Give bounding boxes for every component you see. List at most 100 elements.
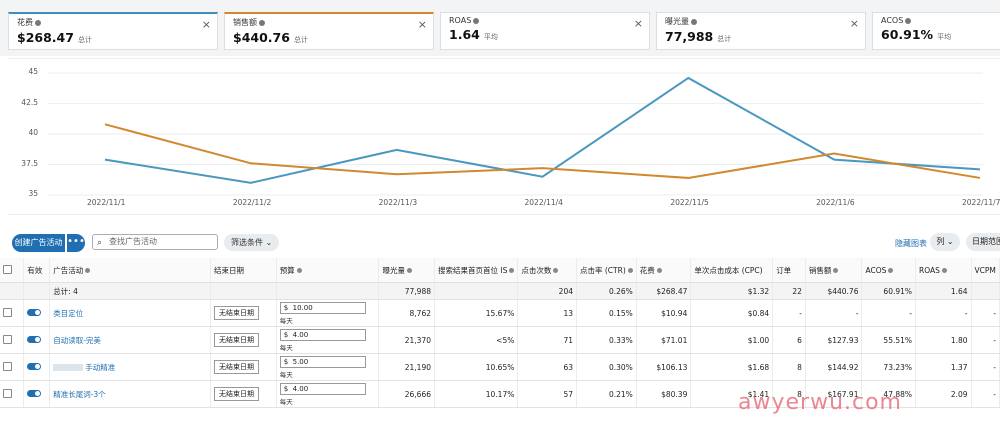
info-icon — [296, 268, 302, 273]
column-header[interactable]: 结束日期 — [210, 258, 277, 283]
info-icon — [833, 268, 839, 273]
columns-button[interactable]: 列 ⌄ — [930, 233, 960, 251]
active-toggle[interactable] — [27, 389, 42, 397]
metric-label: 花费 — [17, 18, 33, 27]
budget-input[interactable]: $ 4.00 — [279, 328, 366, 341]
y-tick-label: 35 — [28, 189, 38, 198]
row-checkbox[interactable] — [3, 334, 12, 344]
select-all-checkbox[interactable] — [3, 264, 12, 274]
campaign-table: 有效 广告活动 结束日期 预算 曝光量 搜索结果首页首位 IS 点击次数 点击率… — [0, 258, 1000, 408]
close-icon[interactable]: × — [634, 17, 643, 30]
metric-card-spend[interactable]: 花费 $268.47 总计 × — [8, 12, 218, 50]
more-options-button[interactable]: ••• — [67, 234, 85, 252]
metric-label: ROAS — [449, 16, 472, 25]
filter-button[interactable]: 筛选条件 ⌄ — [224, 234, 280, 251]
line-chart — [8, 58, 1000, 215]
table-row: 自动读取-完美 无结束日期 $ 4.00 每天 21,370 <5% 71 0.3… — [0, 326, 1000, 354]
column-header[interactable]: 点击率 (CTR) — [576, 258, 637, 283]
info-icon — [406, 268, 412, 273]
metric-card-acos[interactable]: ACOS 60.91% 平均 — [872, 12, 1000, 50]
metric-card-sales[interactable]: 销售额 $440.76 总计 × — [224, 12, 434, 50]
column-header[interactable]: 曝光量 — [378, 258, 435, 283]
series-line-0 — [104, 76, 981, 184]
active-toggle[interactable] — [27, 362, 42, 370]
total-roas: 1.64 — [915, 282, 972, 300]
x-tick-label: 2022/11/3 — [378, 198, 418, 207]
active-toggle[interactable] — [27, 335, 42, 343]
campaign-name-link[interactable]: 精准长尾词-3个 — [53, 390, 105, 399]
column-header[interactable]: 搜索结果首页首位 IS — [434, 258, 519, 283]
metric-sub: 总计 — [717, 35, 732, 43]
end-date-field[interactable]: 无结束日期 — [214, 360, 260, 374]
row-checkbox[interactable] — [3, 307, 12, 317]
create-campaign-button[interactable]: 创建广告活动 — [12, 234, 65, 252]
y-tick-label: 40 — [28, 128, 38, 138]
search-input[interactable]: ⌕ 查找广告活动 — [92, 234, 218, 250]
column-header[interactable]: 销售额 — [805, 258, 863, 283]
campaign-name-link[interactable]: 手动精准 — [85, 363, 115, 372]
end-date-field[interactable]: 无结束日期 — [214, 387, 260, 401]
info-icon — [656, 268, 662, 273]
x-tick-label: 2022/11/6 — [816, 198, 855, 207]
column-header[interactable]: 单次点击成本 (CPC) — [690, 258, 774, 283]
close-icon[interactable]: × — [418, 18, 427, 31]
column-header[interactable]: ACOS — [861, 258, 917, 283]
campaign-name-link[interactable]: 类目定位 — [53, 309, 83, 318]
metric-card-roas[interactable]: ROAS 1.64 平均 × — [440, 12, 650, 50]
end-date-field[interactable]: 无结束日期 — [214, 333, 260, 347]
column-header[interactable]: 订单 — [772, 258, 806, 283]
column-header[interactable]: VCPM — [971, 258, 1000, 283]
column-header[interactable]: 有效 — [23, 258, 51, 283]
watermark: awyerwu.com — [738, 390, 902, 415]
total-cpc: $1.32 — [690, 282, 774, 300]
row-checkbox[interactable] — [3, 388, 12, 398]
column-header[interactable]: 花费 — [636, 258, 692, 283]
info-icon — [509, 268, 515, 273]
date-range-button[interactable]: 日期范围 — [966, 233, 1000, 251]
x-tick-label: 2022/11/2 — [232, 198, 272, 207]
hide-chart-link[interactable]: 隐藏图表 — [895, 238, 927, 249]
x-tick-label: 2022/11/5 — [670, 198, 709, 207]
close-icon[interactable]: × — [850, 17, 859, 30]
end-date-field[interactable]: 无结束日期 — [214, 306, 260, 320]
column-header[interactable]: 广告活动 — [49, 258, 212, 283]
metric-value: $268.47 — [17, 30, 74, 45]
metrics-bar: 花费 $268.47 总计 × 销售额 $440.76 总计 × ROAS 1.64… — [0, 0, 1000, 56]
metric-value: 60.91% — [881, 27, 934, 42]
budget-input[interactable]: $ 5.00 — [279, 355, 366, 368]
metric-label: ACOS — [881, 16, 904, 25]
metric-sub: 平均 — [937, 33, 952, 41]
info-icon — [941, 268, 947, 273]
x-tick-label: 2022/11/1 — [87, 198, 126, 207]
info-icon — [888, 268, 894, 273]
row-checkbox[interactable] — [3, 361, 12, 371]
total-sales: $440.76 — [805, 282, 863, 300]
active-toggle[interactable] — [27, 308, 42, 316]
metric-card-impressions[interactable]: 曝光量 77,988 总计 × — [656, 12, 866, 50]
column-header[interactable]: 点击次数 — [517, 258, 577, 283]
total-row: 总计: 4 77,988 204 0.26% $268.47 $1.32 22 … — [0, 282, 1000, 300]
series-line-1 — [104, 123, 981, 179]
budget-input[interactable]: $ 4.00 — [279, 382, 366, 395]
info-icon — [259, 19, 265, 26]
info-icon — [473, 17, 480, 24]
x-tick-label: 2022/11/7 — [962, 198, 1000, 207]
info-icon — [691, 18, 697, 25]
total-clicks: 204 — [517, 282, 577, 300]
total-orders: 22 — [772, 282, 806, 300]
total-impressions: 77,988 — [378, 282, 435, 300]
budget-input[interactable]: $ 10.00 — [279, 301, 366, 314]
y-tick-label: 42.5 — [21, 97, 38, 107]
redacted-text — [53, 364, 84, 371]
campaign-name-link[interactable]: 自动读取-完美 — [53, 336, 101, 345]
y-tick-label: 37.5 — [21, 158, 38, 168]
chart-svg — [48, 72, 983, 196]
column-header[interactable]: 预算 — [276, 258, 380, 283]
total-ctr: 0.26% — [576, 282, 637, 300]
close-icon[interactable]: × — [202, 18, 211, 31]
info-icon — [627, 268, 633, 273]
total-label: 总计: 4 — [49, 282, 212, 300]
select-all-header[interactable] — [0, 258, 25, 283]
table-toolbar: 创建广告活动 ••• ⌕ 查找广告活动 筛选条件 ⌄ 隐藏图表 列 ⌄ 日期范围 — [0, 228, 1000, 258]
column-header[interactable]: ROAS — [915, 258, 972, 283]
